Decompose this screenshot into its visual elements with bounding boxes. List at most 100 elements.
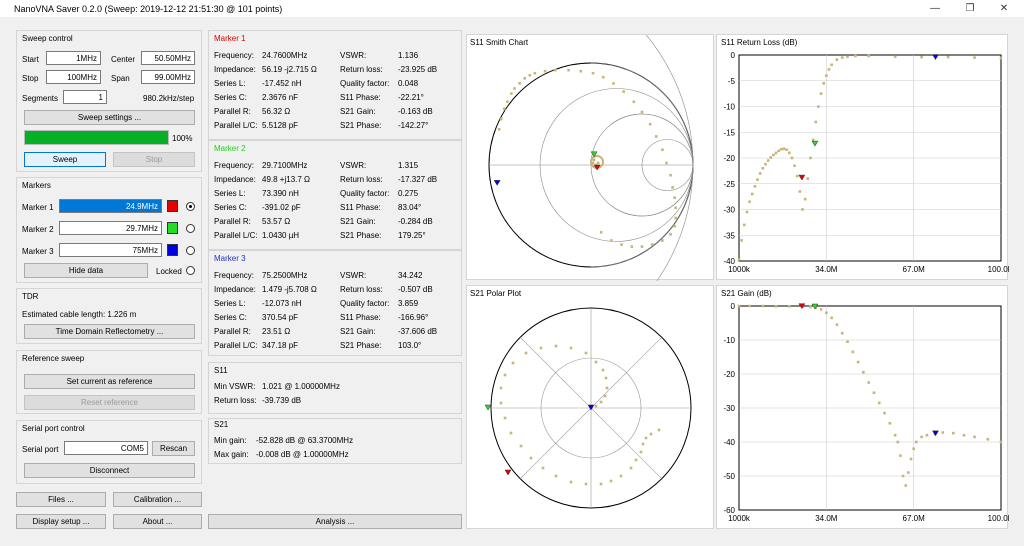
- marker-frequency-input[interactable]: 29.7MHz: [59, 221, 162, 235]
- calibration-button[interactable]: Calibration ...: [113, 492, 202, 507]
- data-point: [753, 185, 757, 188]
- rescan-button[interactable]: Rescan: [152, 441, 195, 456]
- marker-field-value: 3.859: [398, 299, 419, 308]
- marker-field-label: VSWR:: [340, 271, 367, 280]
- data-point: [793, 164, 796, 168]
- marker-field-label: Parallel L/C:: [214, 121, 258, 130]
- reactance-arc: [611, 164, 694, 217]
- marker-field-label: Frequency:: [214, 51, 255, 60]
- data-point: [630, 245, 634, 248]
- marker-label: Marker 3: [22, 247, 54, 256]
- stop-button[interactable]: Stop: [113, 152, 195, 167]
- set-reference-button[interactable]: Set current as reference: [24, 374, 195, 389]
- segments-input[interactable]: 1: [63, 90, 107, 104]
- maximize-icon[interactable]: ❐: [962, 3, 978, 15]
- span-input[interactable]: 99.00MHz: [141, 70, 195, 84]
- marker-color-button[interactable]: [167, 200, 178, 212]
- data-point: [952, 431, 955, 435]
- data-point: [761, 167, 765, 170]
- marker-select-radio[interactable]: [186, 224, 195, 233]
- analysis-button[interactable]: Analysis ...: [208, 514, 462, 529]
- marker-frequency-input[interactable]: 24.9MHz: [59, 199, 162, 213]
- y-tick-label: -30: [723, 206, 735, 215]
- marker-frequency-input[interactable]: 75MHz: [59, 243, 162, 257]
- marker-color-button[interactable]: [167, 222, 178, 234]
- data-point: [599, 400, 603, 404]
- data-point: [497, 128, 501, 131]
- y-tick-label: -15: [723, 128, 735, 137]
- serial-port-select[interactable]: COM5: [64, 441, 148, 455]
- data-point: [661, 148, 664, 151]
- y-tick-label: -40: [723, 438, 735, 447]
- marker-field-value: -391.02 pF: [262, 203, 301, 212]
- data-point: [740, 239, 743, 242]
- reset-reference-button[interactable]: Reset reference: [24, 395, 195, 410]
- minimize-icon[interactable]: —: [927, 3, 943, 15]
- marker-field-label: VSWR:: [340, 161, 367, 170]
- close-icon[interactable]: ✕: [996, 3, 1012, 15]
- tdr-button[interactable]: Time Domain Reflectometry ...: [24, 324, 195, 339]
- marker-field-label: Series L:: [214, 299, 246, 308]
- start-input[interactable]: 1MHz: [46, 51, 101, 65]
- data-point: [499, 386, 503, 390]
- marker-color-button[interactable]: [167, 244, 178, 256]
- marker-field-value: 24.7600MHz: [262, 51, 308, 60]
- data-point: [769, 156, 773, 159]
- marker-select-radio[interactable]: [186, 246, 195, 255]
- data-point: [766, 159, 770, 162]
- data-point: [883, 411, 886, 415]
- data-point: [742, 223, 746, 227]
- x-tick-label: 1000k: [728, 265, 751, 274]
- marker-field-label: S11 Phase:: [340, 313, 381, 322]
- marker-field-label: Series C:: [214, 313, 247, 322]
- data-point: [986, 437, 990, 441]
- data-point: [840, 331, 844, 335]
- data-point: [644, 436, 648, 440]
- data-point: [543, 69, 547, 73]
- data-point: [782, 147, 786, 151]
- data-point: [506, 100, 509, 104]
- marker-data-title: Marker 1: [214, 34, 246, 43]
- x-tick-label: 34.0M: [815, 514, 838, 523]
- about-button[interactable]: About ...: [113, 514, 202, 529]
- markers-title: Markers: [22, 181, 51, 190]
- sweep-button[interactable]: Sweep: [24, 152, 106, 167]
- max-gain-value: -0.008 dB @ 1.00000MHz: [256, 450, 349, 459]
- data-point: [901, 474, 905, 478]
- files-button[interactable]: Files ...: [16, 492, 106, 507]
- marker-field-value: 56.19 -j2.715 Ω: [262, 65, 317, 74]
- data-point: [835, 58, 839, 61]
- smith-chart: [488, 35, 694, 281]
- data-point: [657, 428, 661, 432]
- marker-triangle: [798, 174, 806, 181]
- data-point: [806, 177, 810, 180]
- data-point: [888, 422, 892, 425]
- display-setup-button[interactable]: Display setup ...: [16, 514, 106, 529]
- stop-input[interactable]: 100MHz: [46, 70, 101, 84]
- marker-triangle: [932, 430, 939, 437]
- sweep-settings-button[interactable]: Sweep settings ...: [24, 110, 195, 125]
- x-tick-label: 1000k: [728, 514, 751, 523]
- data-point: [665, 161, 668, 165]
- data-point: [909, 457, 913, 461]
- data-point: [503, 107, 506, 111]
- marker-select-radio[interactable]: [186, 202, 195, 211]
- data-point: [907, 471, 910, 474]
- marker-data-title: Marker 2: [214, 144, 246, 153]
- cable-length: Estimated cable length: 1.226 m: [22, 310, 137, 319]
- data-point: [554, 344, 558, 348]
- data-point: [854, 54, 857, 58]
- data-point: [610, 239, 613, 242]
- marker-field-value: 0.048: [398, 79, 419, 88]
- x-tick-label: 67.0M: [903, 514, 926, 523]
- hide-data-button[interactable]: Hide data: [24, 263, 148, 278]
- locked-checkbox[interactable]: [186, 266, 195, 275]
- disconnect-button[interactable]: Disconnect: [24, 463, 195, 478]
- marker-triangle: [587, 404, 595, 411]
- data-point: [513, 87, 516, 90]
- data-point: [814, 120, 818, 124]
- center-input[interactable]: 50.50MHz: [141, 51, 195, 65]
- data-point: [737, 258, 741, 261]
- polar-plot-panel: S21 Polar Plot: [466, 285, 714, 529]
- data-point: [671, 186, 674, 189]
